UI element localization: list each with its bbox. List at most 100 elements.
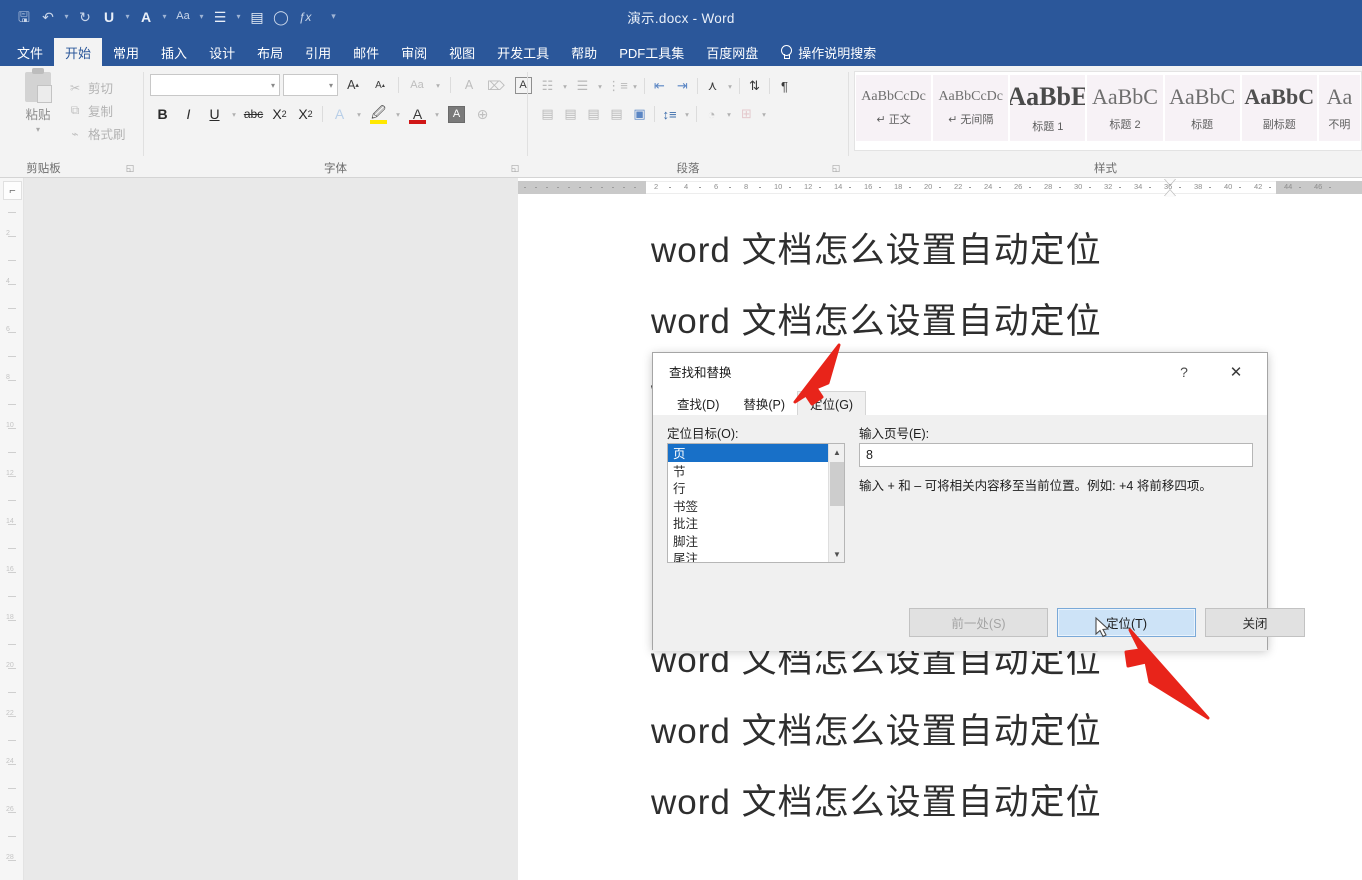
style-item-subtitle[interactable]: AaBbC 副标题 (1241, 75, 1317, 141)
paragraph-dialog-launcher[interactable]: ◱ (830, 162, 842, 174)
tab-stop-selector-icon[interactable]: ⌐ (3, 181, 22, 200)
east-asian-layout-icon[interactable]: ⋏ (701, 74, 724, 98)
bullet-list-dropdown-icon[interactable]: ▾ (232, 4, 245, 30)
line-spacing-icon[interactable]: ↕≡ (658, 102, 681, 126)
scrollbar-thumb[interactable] (830, 462, 844, 506)
list-item[interactable]: 批注 (668, 514, 844, 532)
align-right-icon[interactable]: ▤ (582, 102, 605, 126)
copy-button[interactable]: ⧉ 复制 (68, 99, 126, 122)
save-icon[interactable]: 🖫 (12, 4, 36, 30)
horizontal-ruler[interactable]: 2 4 6 8 10 12 14 16 18 20 22 24 26 28 30 32 34 36 38 40 42 44… (518, 178, 1362, 197)
align-center-icon[interactable]: ▤ (559, 102, 582, 126)
dialog-tab-goto[interactable]: 定位(G) (797, 391, 867, 415)
highlight-color-icon[interactable]: 🖉 (366, 102, 391, 126)
tab-home[interactable]: 开始 (54, 38, 103, 66)
undo-dropdown-icon[interactable]: ▾ (60, 4, 73, 30)
undo-icon[interactable]: ↶ (36, 4, 60, 30)
clear-formatting-icon[interactable]: ⌦ (484, 74, 508, 96)
cut-button[interactable]: ✂ 剪切 (68, 76, 126, 99)
underline-dropdown-icon[interactable]: ▾ (121, 4, 134, 30)
font-color-icon[interactable]: A (134, 4, 158, 30)
style-item-subtle-emphasis[interactable]: Aa 不明 (1318, 75, 1360, 141)
underline-button[interactable]: U (202, 102, 227, 126)
increase-indent-icon[interactable]: ⇥ (671, 74, 694, 98)
paste-button[interactable]: 粘贴 ▾ (14, 68, 62, 150)
tab-review[interactable]: 审阅 (390, 38, 438, 66)
scroll-up-icon[interactable]: ▲ (829, 444, 844, 460)
tab-layout[interactable]: 布局 (246, 38, 294, 66)
shading-icon[interactable]: ◔ (700, 102, 723, 126)
help-icon[interactable]: ? (1171, 361, 1197, 383)
goto-target-listbox[interactable]: 页 节 行 书签 批注 脚注 尾注 ▲ ▼ (667, 443, 845, 563)
distribute-icon[interactable]: ▣ (628, 102, 651, 126)
clipboard-dialog-launcher[interactable]: ◱ (124, 162, 136, 174)
chevron-down-icon[interactable]: ▾ (392, 103, 404, 125)
show-formatting-marks-icon[interactable]: ¶ (773, 74, 796, 98)
tell-me-search[interactable]: 操作说明搜索 (779, 38, 876, 66)
font-dialog-launcher[interactable]: ◱ (509, 162, 521, 174)
chevron-down-icon[interactable]: ▾ (353, 103, 365, 125)
tab-help[interactable]: 帮助 (560, 38, 608, 66)
subscript-button[interactable]: X2 (267, 102, 292, 126)
text-effects-icon[interactable]: A (327, 102, 352, 126)
list-item[interactable]: 尾注 (668, 549, 844, 562)
style-item-no-spacing[interactable]: AaBbCcDc ↵ 无间隔 (933, 75, 1009, 141)
previous-button[interactable]: 前一处(S) (909, 608, 1048, 637)
formula-icon[interactable]: ƒx (293, 4, 317, 30)
bullets-icon[interactable]: ☷ (536, 74, 559, 98)
dialog-tab-find[interactable]: 查找(D) (665, 391, 731, 415)
numbering-icon[interactable]: ☰ (571, 74, 594, 98)
bullet-list-icon[interactable]: ☰ (208, 4, 232, 30)
tab-mailings[interactable]: 邮件 (342, 38, 390, 66)
tab-common[interactable]: 常用 (102, 38, 150, 66)
goto-button[interactable]: 定位(T) (1057, 608, 1196, 637)
list-item[interactable]: 节 (668, 462, 844, 480)
tab-insert[interactable]: 插入 (150, 38, 198, 66)
hanging-indent-marker[interactable] (1164, 190, 1176, 197)
list-item[interactable]: 页 (668, 444, 828, 462)
shape-icon[interactable]: ◯ (269, 4, 293, 30)
decrease-indent-icon[interactable]: ⇤ (648, 74, 671, 98)
tab-view[interactable]: 视图 (438, 38, 486, 66)
format-painter-button[interactable]: ⌁ 格式刷 (68, 122, 125, 145)
change-case-dropdown-icon[interactable]: ▾ (195, 4, 208, 30)
align-icon[interactable]: ▤ (245, 4, 269, 30)
chevron-down-icon[interactable]: ▾ (594, 75, 606, 97)
redo-icon[interactable]: ↻ (73, 4, 97, 30)
style-item-heading-1[interactable]: AaBbE 标题 1 (1010, 75, 1086, 141)
change-case-icon[interactable]: Aa (405, 74, 429, 96)
font-color-dropdown-icon[interactable]: ▾ (158, 4, 171, 30)
grow-font-icon[interactable]: A ▴ (341, 74, 365, 96)
chevron-down-icon[interactable]: ▾ (681, 103, 693, 125)
tab-pdf-tools[interactable]: PDF工具集 (608, 38, 695, 66)
list-item[interactable]: 书签 (668, 497, 844, 515)
character-shading-icon[interactable]: A (444, 102, 469, 126)
style-item-title[interactable]: AaBbC 标题 (1164, 75, 1240, 141)
italic-button[interactable]: I (176, 102, 201, 126)
enclose-character-icon[interactable]: ⊕ (470, 102, 495, 126)
style-item-heading-2[interactable]: AaBbC 标题 2 (1087, 75, 1163, 141)
chevron-down-icon[interactable]: ▾ (559, 75, 571, 97)
superscript-button[interactable]: X2 (293, 102, 318, 126)
borders-icon[interactable]: ⊞ (735, 102, 758, 126)
chevron-down-icon[interactable]: ▾ (431, 103, 443, 125)
underline-icon[interactable]: U (97, 4, 121, 30)
align-left-icon[interactable]: ▤ (536, 102, 559, 126)
font-color-icon[interactable]: A (405, 102, 430, 126)
chevron-down-icon[interactable]: ▾ (758, 103, 770, 125)
underline-dropdown-icon[interactable]: ▾ (228, 103, 240, 125)
chevron-down-icon[interactable]: ▾ (629, 75, 641, 97)
tab-developer[interactable]: 开发工具 (486, 38, 560, 66)
font-size-combo[interactable]: ▾ (283, 74, 338, 96)
bold-button[interactable]: B (150, 102, 175, 126)
tab-design[interactable]: 设计 (198, 38, 246, 66)
font-name-combo[interactable]: ▾ (150, 74, 280, 96)
paste-dropdown-icon[interactable]: ▾ (36, 125, 40, 134)
tab-references[interactable]: 引用 (294, 38, 342, 66)
multilevel-list-icon[interactable]: ⋮≡ (606, 74, 629, 98)
list-item[interactable]: 脚注 (668, 532, 844, 550)
dialog-tab-replace[interactable]: 替换(P) (731, 391, 797, 415)
list-item[interactable]: 行 (668, 479, 844, 497)
listbox-scrollbar[interactable]: ▲ ▼ (828, 444, 844, 562)
shrink-font-icon[interactable]: A ▴ (368, 74, 392, 96)
